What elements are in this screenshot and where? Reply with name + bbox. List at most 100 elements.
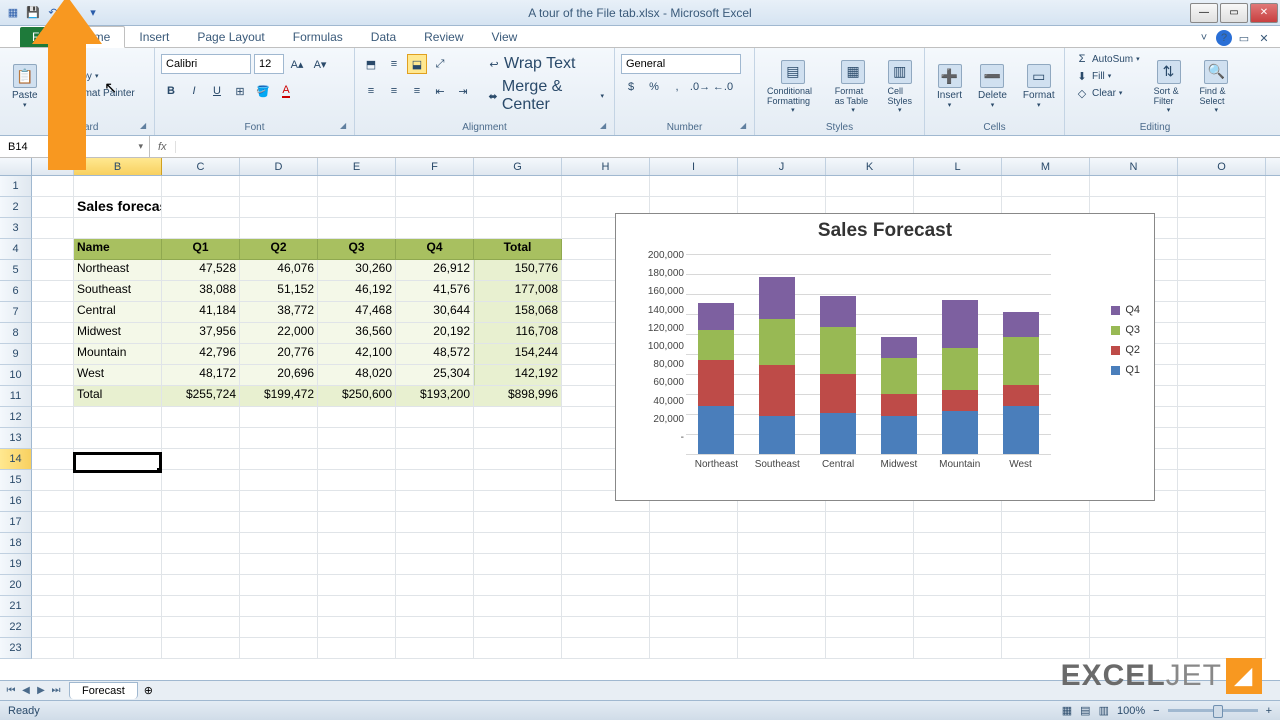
window-close-icon[interactable]: ✕ <box>1256 30 1272 46</box>
cell[interactable] <box>914 617 1002 638</box>
cell[interactable] <box>562 176 650 197</box>
cell[interactable] <box>562 596 650 617</box>
cell[interactable] <box>396 176 474 197</box>
row-header-13[interactable]: 13 <box>0 428 32 449</box>
cell[interactable] <box>826 617 914 638</box>
cell[interactable] <box>650 512 738 533</box>
cell[interactable] <box>240 638 318 659</box>
cell[interactable] <box>240 554 318 575</box>
shrink-font-icon[interactable]: A▾ <box>310 54 330 74</box>
fill-button[interactable]: ⬇Fill▾ <box>1071 68 1144 84</box>
format-as-table-button[interactable]: ▦Format as Table▾ <box>829 51 878 122</box>
cell[interactable] <box>1178 596 1266 617</box>
cell[interactable] <box>826 512 914 533</box>
cell[interactable] <box>396 218 474 239</box>
cell[interactable] <box>240 176 318 197</box>
cell[interactable] <box>826 638 914 659</box>
cell[interactable] <box>162 428 240 449</box>
cell[interactable]: Q3 <box>318 239 396 260</box>
col-header-N[interactable]: N <box>1090 158 1178 175</box>
number-launcher-icon[interactable]: ◢ <box>740 121 752 133</box>
align-middle-icon[interactable]: ≡ <box>384 54 404 74</box>
cell[interactable] <box>1002 554 1090 575</box>
cell[interactable] <box>914 638 1002 659</box>
cell[interactable]: Sales forecast <box>74 197 162 218</box>
cell[interactable] <box>74 470 162 491</box>
align-top-icon[interactable]: ⬒ <box>361 54 381 74</box>
cut-button[interactable]: ✂Cut <box>48 51 139 67</box>
cell[interactable]: Midwest <box>74 323 162 344</box>
cell[interactable] <box>914 596 1002 617</box>
cell[interactable] <box>74 554 162 575</box>
cell[interactable] <box>74 428 162 449</box>
cell[interactable]: 47,528 <box>162 260 240 281</box>
tab-page-layout[interactable]: Page Layout <box>183 27 278 47</box>
cell[interactable]: 20,776 <box>240 344 318 365</box>
cell[interactable] <box>1090 617 1178 638</box>
cell[interactable] <box>738 533 826 554</box>
cell[interactable]: 22,000 <box>240 323 318 344</box>
orientation-icon[interactable]: ⤢ <box>430 54 450 74</box>
cell[interactable] <box>396 617 474 638</box>
cell[interactable]: 41,184 <box>162 302 240 323</box>
row-header-2[interactable]: 2 <box>0 197 32 218</box>
cell[interactable] <box>562 575 650 596</box>
sheet-tab-forecast[interactable]: Forecast <box>69 682 138 699</box>
tab-file[interactable]: File <box>20 27 63 47</box>
cell[interactable] <box>74 449 162 470</box>
window-restore-icon[interactable]: ▭ <box>1236 30 1252 46</box>
cell[interactable] <box>74 491 162 512</box>
cell[interactable] <box>826 176 914 197</box>
cell[interactable] <box>162 218 240 239</box>
cell[interactable] <box>1178 281 1266 302</box>
cell[interactable] <box>1178 344 1266 365</box>
select-all-corner[interactable] <box>0 158 32 175</box>
row-header-11[interactable]: 11 <box>0 386 32 407</box>
cell[interactable] <box>1178 323 1266 344</box>
cell[interactable] <box>74 407 162 428</box>
cell[interactable] <box>738 638 826 659</box>
cell[interactable] <box>396 554 474 575</box>
row-header-21[interactable]: 21 <box>0 596 32 617</box>
sheet-first-icon[interactable]: ⏮ <box>4 685 18 696</box>
cell[interactable] <box>1178 218 1266 239</box>
cell[interactable] <box>474 491 562 512</box>
cell[interactable] <box>396 407 474 428</box>
cell[interactable]: Q2 <box>240 239 318 260</box>
cell[interactable] <box>1090 596 1178 617</box>
cell[interactable] <box>1178 428 1266 449</box>
cell[interactable] <box>474 428 562 449</box>
font-size-select[interactable] <box>254 54 284 74</box>
cell[interactable] <box>240 617 318 638</box>
cell[interactable]: 158,068 <box>474 302 562 323</box>
format-cells-button[interactable]: ▭Format▾ <box>1017 51 1061 122</box>
row-header-9[interactable]: 9 <box>0 344 32 365</box>
bar-mountain[interactable] <box>942 300 978 454</box>
close-button[interactable]: ✕ <box>1250 3 1278 23</box>
format-painter-button[interactable]: 🖌Format Painter <box>48 85 139 101</box>
cell[interactable] <box>32 281 74 302</box>
cell[interactable] <box>162 449 240 470</box>
cell[interactable] <box>74 176 162 197</box>
cell[interactable] <box>1178 533 1266 554</box>
cell[interactable]: Mountain <box>74 344 162 365</box>
cell[interactable] <box>474 554 562 575</box>
spreadsheet-grid[interactable]: A B C D E F G H I J K L M N O 1234567891… <box>0 158 1280 678</box>
cell[interactable] <box>162 554 240 575</box>
cell[interactable]: $199,472 <box>240 386 318 407</box>
align-bottom-icon[interactable]: ⬓ <box>407 54 427 74</box>
cell[interactable] <box>1178 554 1266 575</box>
cell[interactable] <box>318 554 396 575</box>
cell[interactable] <box>32 533 74 554</box>
cell[interactable] <box>74 638 162 659</box>
cell[interactable]: 42,100 <box>318 344 396 365</box>
cell[interactable]: West <box>74 365 162 386</box>
cell[interactable] <box>240 575 318 596</box>
cell[interactable]: 46,076 <box>240 260 318 281</box>
insert-cells-button[interactable]: ➕Insert▾ <box>931 51 968 122</box>
col-header-M[interactable]: M <box>1002 158 1090 175</box>
cell[interactable] <box>396 491 474 512</box>
cell[interactable] <box>650 617 738 638</box>
minimize-ribbon-icon[interactable]: ˅ <box>1196 30 1212 46</box>
underline-button[interactable]: U <box>207 81 227 101</box>
